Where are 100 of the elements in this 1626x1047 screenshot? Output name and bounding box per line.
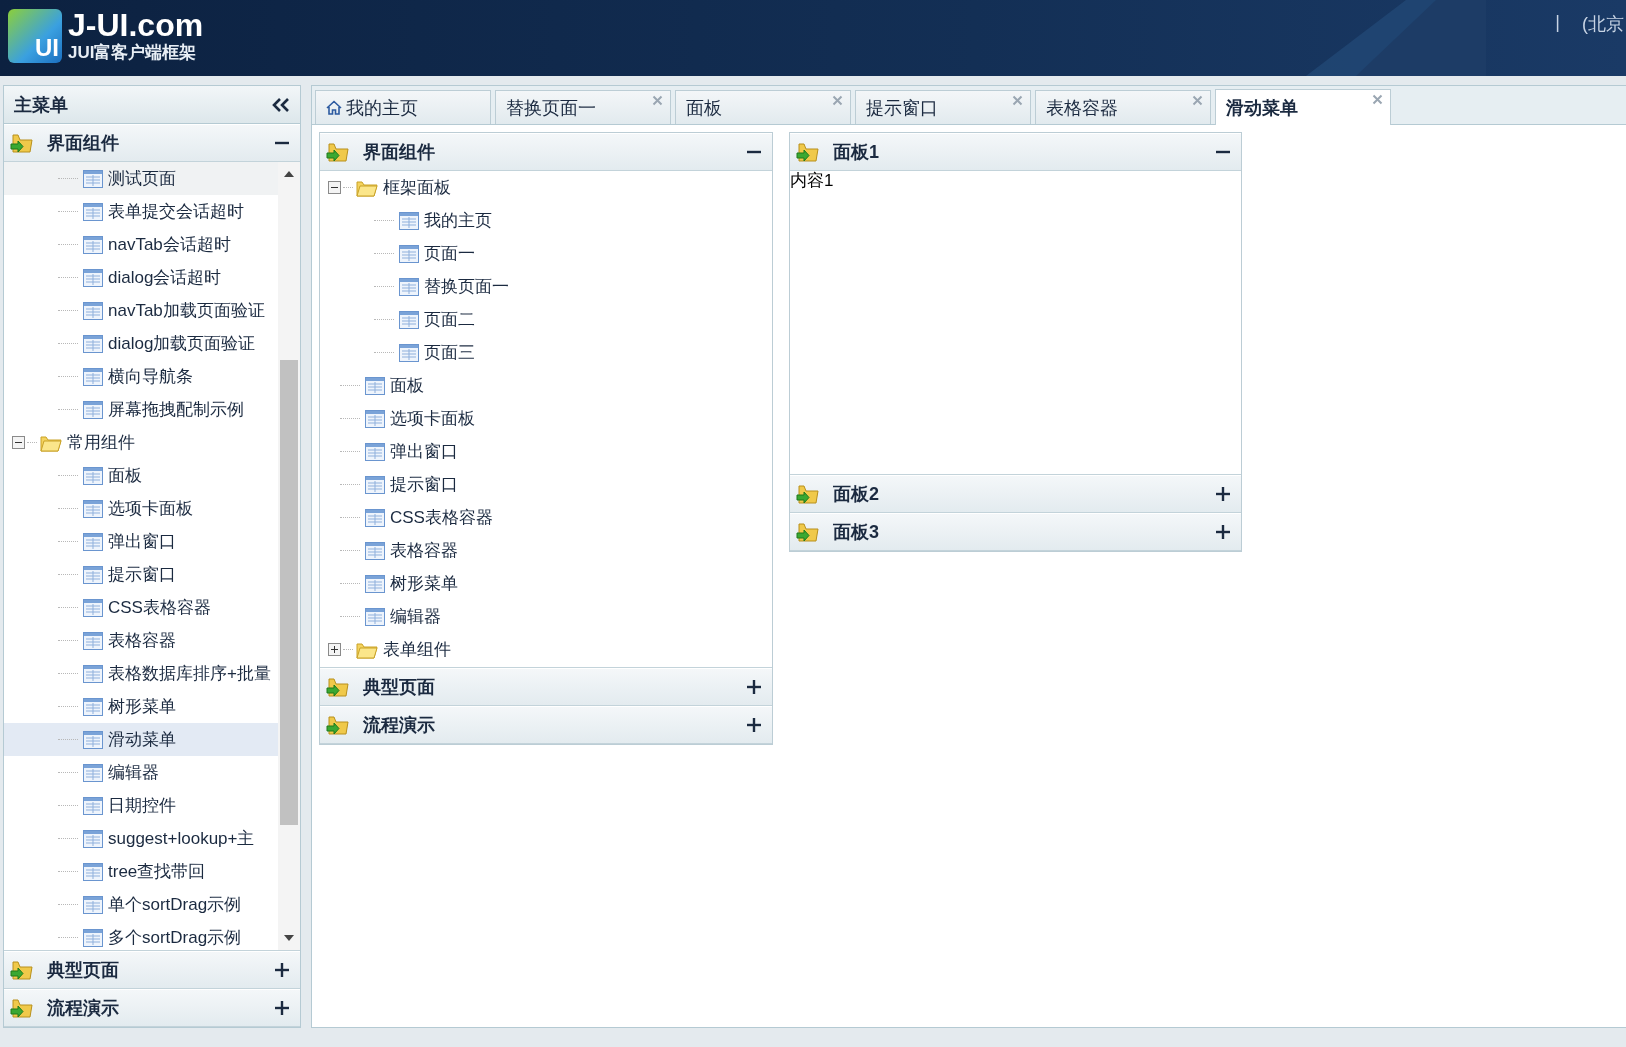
tree-item[interactable]: suggest+lookup+主: [108, 827, 255, 850]
expand-icon[interactable]: [746, 679, 762, 695]
accordion-header[interactable]: 界面组件: [4, 124, 300, 162]
tree-item[interactable]: 弹出窗口: [108, 530, 176, 553]
tree-item[interactable]: 测试页面: [108, 167, 176, 190]
tab-label: 提示窗口: [866, 96, 938, 120]
scrollbar[interactable]: [278, 162, 300, 950]
page-icon: [399, 211, 419, 230]
accordion-header[interactable]: 典型页面: [4, 951, 300, 989]
expand-icon[interactable]: [1215, 486, 1231, 502]
page-icon: [83, 730, 103, 749]
folder-arrow-icon: [796, 483, 820, 505]
expand-icon[interactable]: [746, 717, 762, 733]
tree-item[interactable]: 提示窗口: [390, 473, 458, 496]
page-icon: [365, 409, 385, 428]
tree-item[interactable]: 树形菜单: [390, 572, 458, 595]
tree-item[interactable]: 多个sortDrag示例: [108, 926, 242, 949]
logo-letters: UI: [35, 36, 60, 63]
tree-item[interactable]: dialog会话超时: [108, 266, 222, 289]
accordion-title: 流程演示: [47, 997, 120, 1020]
page-icon: [399, 343, 419, 362]
accordion-header[interactable]: 面板2: [790, 475, 1241, 513]
header-text: |: [1555, 12, 1560, 34]
tab[interactable]: 替换页面一: [495, 90, 671, 124]
tree-item[interactable]: 页面二: [424, 308, 475, 331]
accordion-header[interactable]: 流程演示: [320, 706, 772, 744]
page-icon: [83, 268, 103, 287]
tree-item[interactable]: 表格容器: [390, 539, 458, 562]
logo-subtitle: JUI富客户端框架: [68, 42, 198, 64]
folder-arrow-icon: [326, 676, 350, 698]
tree-item[interactable]: CSS表格容器: [108, 596, 211, 619]
tree-item[interactable]: 编辑器: [390, 605, 441, 628]
tree-item[interactable]: 页面一: [424, 242, 475, 265]
tree-item[interactable]: navTab加载页面验证: [108, 299, 265, 322]
page-icon: [83, 763, 103, 782]
scroll-thumb[interactable]: [280, 360, 298, 825]
tree-item[interactable]: 表单提交会话超时: [108, 200, 244, 223]
tree-item[interactable]: 编辑器: [108, 761, 159, 784]
tree-item[interactable]: CSS表格容器: [390, 506, 493, 529]
tab[interactable]: 提示窗口: [855, 90, 1031, 124]
tab[interactable]: 表格容器: [1035, 90, 1211, 124]
tab[interactable]: 我的主页: [315, 90, 491, 124]
tree-item[interactable]: 提示窗口: [108, 563, 176, 586]
collapse-icon[interactable]: [328, 181, 341, 194]
tree-item[interactable]: 滑动菜单: [108, 728, 176, 751]
page-icon: [83, 565, 103, 584]
page-icon: [83, 697, 103, 716]
tree-item[interactable]: navTab会话超时: [108, 233, 231, 256]
tree-item[interactable]: 选项卡面板: [390, 407, 475, 430]
page-icon: [83, 466, 103, 485]
folder-arrow-icon: [796, 521, 820, 543]
tree-item[interactable]: 单个sortDrag示例: [108, 893, 242, 916]
tree-item[interactable]: 横向导航条: [108, 365, 193, 388]
expand-icon[interactable]: [274, 1000, 290, 1016]
expand-icon[interactable]: [328, 643, 341, 656]
accordion-title: 典型页面: [47, 959, 120, 982]
expand-icon[interactable]: [1215, 524, 1231, 540]
logo-title: J-UI.com: [68, 8, 204, 42]
page-icon: [83, 400, 103, 419]
tree-item[interactable]: 表格容器: [108, 629, 176, 652]
accordion-header[interactable]: 面板1: [790, 133, 1241, 171]
page-icon: [83, 631, 103, 650]
page-icon: [83, 499, 103, 518]
tree-item[interactable]: tree查找带回: [108, 860, 206, 883]
expand-icon[interactable]: [274, 962, 290, 978]
tree-item[interactable]: 日期控件: [108, 794, 176, 817]
tree-item[interactable]: 框架面板: [383, 176, 451, 199]
page-icon: [399, 310, 419, 329]
folder-arrow-icon: [10, 997, 34, 1019]
accordion-header[interactable]: 流程演示: [4, 989, 300, 1027]
tree-item[interactable]: 弹出窗口: [390, 440, 458, 463]
tree-item[interactable]: 页面三: [424, 341, 475, 364]
page-icon: [365, 475, 385, 494]
page-icon: [83, 895, 103, 914]
tree-item[interactable]: 树形菜单: [108, 695, 176, 718]
accordion-header[interactable]: 典型页面: [320, 668, 772, 706]
tree-item[interactable]: 屏幕拖拽配制示例: [108, 398, 244, 421]
accordion-header[interactable]: 面板3: [790, 513, 1241, 551]
scroll-down-icon: [283, 934, 295, 942]
page-icon: [83, 664, 103, 683]
accordion-title: 面板3: [833, 521, 880, 544]
tab[interactable]: 滑动菜单: [1215, 89, 1391, 125]
tree-item[interactable]: 我的主页: [424, 209, 492, 232]
collapse-icon[interactable]: [12, 436, 25, 449]
collapse-sidebar-icon[interactable]: [272, 96, 290, 113]
folder-arrow-icon: [326, 714, 350, 736]
tree-item[interactable]: 面板: [108, 464, 142, 487]
accordion-header[interactable]: 界面组件: [320, 133, 772, 171]
page-icon: [365, 541, 385, 560]
tree-item[interactable]: 表格数据库排序+批量: [108, 662, 271, 685]
tree-item[interactable]: 选项卡面板: [108, 497, 193, 520]
page-icon: [365, 376, 385, 395]
tree-item[interactable]: dialog加载页面验证: [108, 332, 256, 355]
page-icon: [83, 532, 103, 551]
tree-item[interactable]: 替换页面一: [424, 275, 509, 298]
tree-item[interactable]: 表单组件: [383, 638, 451, 661]
folder-arrow-icon: [796, 141, 820, 163]
tab[interactable]: 面板: [675, 90, 851, 124]
tree-item[interactable]: 常用组件: [67, 431, 135, 454]
tree-item[interactable]: 面板: [390, 374, 424, 397]
